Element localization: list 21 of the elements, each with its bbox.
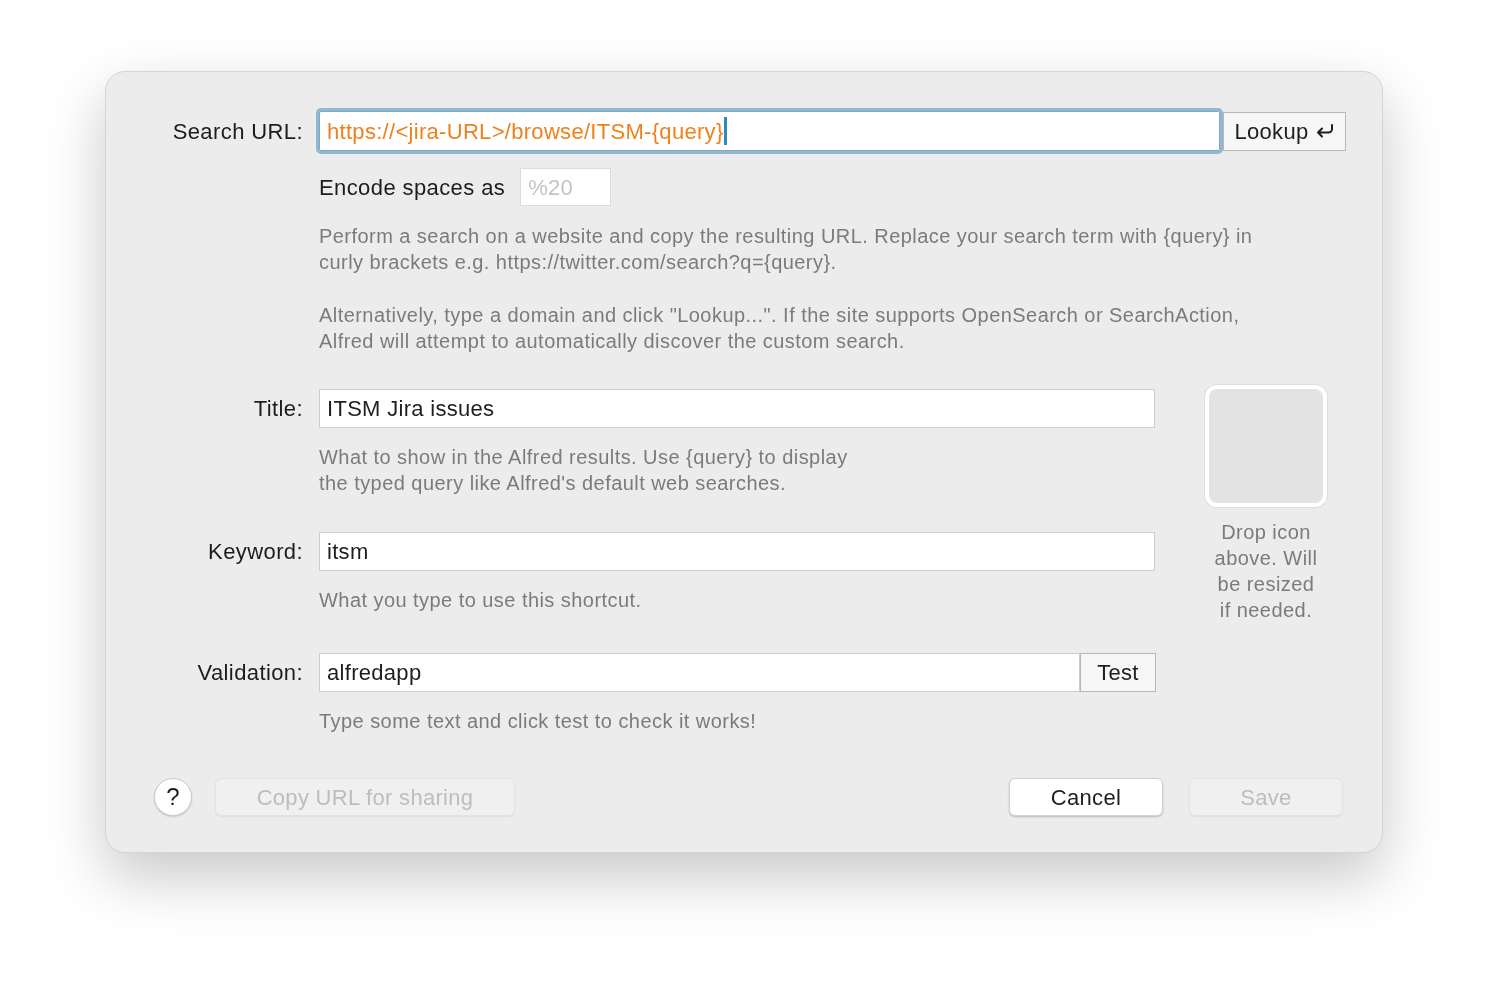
help-text: Type some text and click test to check it works! bbox=[319, 709, 758, 734]
keyword-field[interactable]: itsm bbox=[319, 532, 1155, 571]
text-cursor-icon bbox=[723, 117, 727, 145]
return-icon bbox=[1316, 123, 1335, 139]
field-label: Validation: bbox=[196, 659, 303, 687]
help-button[interactable]: ? bbox=[154, 778, 192, 816]
icon-drop-area[interactable] bbox=[1205, 385, 1327, 507]
help-text: What to show in the Alfred results. Use {query} to display the typed query like Alfred's default web searches. bbox=[319, 445, 849, 496]
help-text: Perform a search on a website and copy the resulting URL. Replace your search term with {query} in curly brackets e.g. https://twitter.com/search?q={query}. bbox=[319, 224, 1254, 275]
field-label: Title: bbox=[252, 395, 303, 423]
field-label: Keyword: bbox=[207, 538, 303, 566]
title-field[interactable]: ITSM Jira issues bbox=[319, 389, 1155, 428]
help-text: Alternatively, type a domain and click "Lookup...". If the site supports OpenSearch or SearchAction, Alfred will attempt to automatically discover the custom search. bbox=[319, 303, 1241, 354]
field-label: Search URL: bbox=[171, 117, 303, 146]
drop-icon-caption: Drop icon above. Will be resized if needed. bbox=[1214, 520, 1318, 623]
field-label: Encode spaces as bbox=[319, 173, 506, 202]
help-text: What you type to use this shortcut. bbox=[319, 588, 643, 613]
test-button[interactable]: Test bbox=[1080, 653, 1156, 692]
validation-field[interactable]: alfredapp bbox=[319, 653, 1080, 692]
lookup-button[interactable]: Lookup bbox=[1223, 111, 1346, 151]
dialog-button[interactable]: Cancel bbox=[1009, 778, 1163, 816]
